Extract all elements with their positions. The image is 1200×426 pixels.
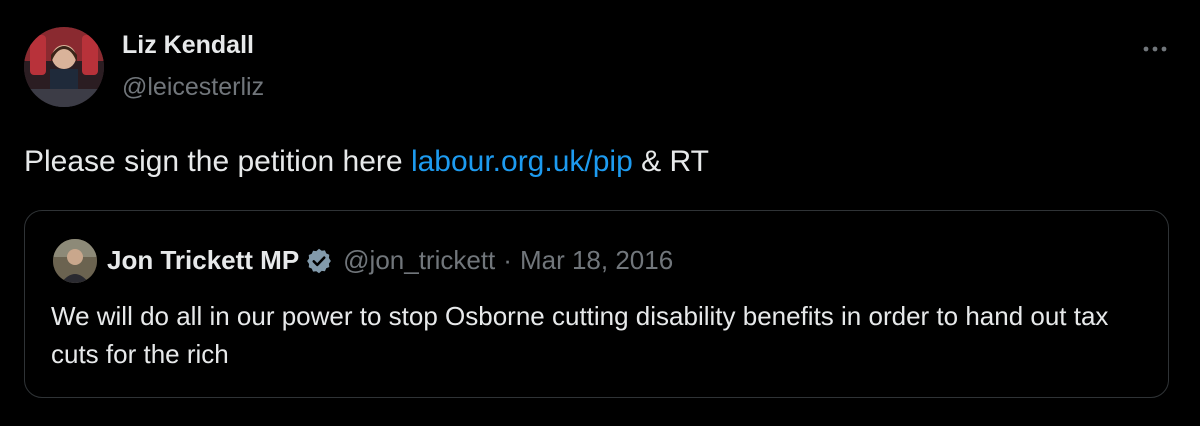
more-horizontal-icon	[1143, 46, 1167, 52]
tweet-text-suffix: & RT	[632, 145, 709, 178]
author-handle[interactable]: @leicesterliz	[122, 73, 264, 102]
tweet-text: Please sign the petition here labour.org…	[24, 145, 709, 179]
quote-separator: ·	[503, 245, 512, 275]
quoted-tweet-card[interactable]: Jon Trickett MP @jon_trickett · Mar 18, …	[24, 210, 1169, 398]
quote-author-name[interactable]: Jon Trickett MP	[107, 245, 299, 276]
quote-author-avatar[interactable]	[53, 239, 97, 283]
tweet: Liz Kendall @leicesterliz Please sign th…	[0, 0, 1200, 426]
quote-header: Jon Trickett MP @jon_trickett · Mar 18, …	[107, 245, 673, 276]
quote-date[interactable]: Mar 18, 2016	[520, 245, 673, 276]
more-options-button[interactable]	[1138, 38, 1172, 60]
verified-badge-icon	[305, 247, 333, 275]
tweet-text-prefix: Please sign the petition here	[24, 145, 411, 178]
petition-link[interactable]: labour.org.uk/pip	[411, 145, 633, 178]
avatar-image	[24, 27, 104, 107]
quote-author-handle[interactable]: @jon_trickett	[343, 245, 495, 276]
quote-text: We will do all in our power to stop Osbo…	[51, 301, 1109, 369]
quote-avatar-image	[53, 239, 97, 283]
author-name[interactable]: Liz Kendall	[122, 31, 254, 60]
author-avatar[interactable]	[24, 27, 104, 107]
